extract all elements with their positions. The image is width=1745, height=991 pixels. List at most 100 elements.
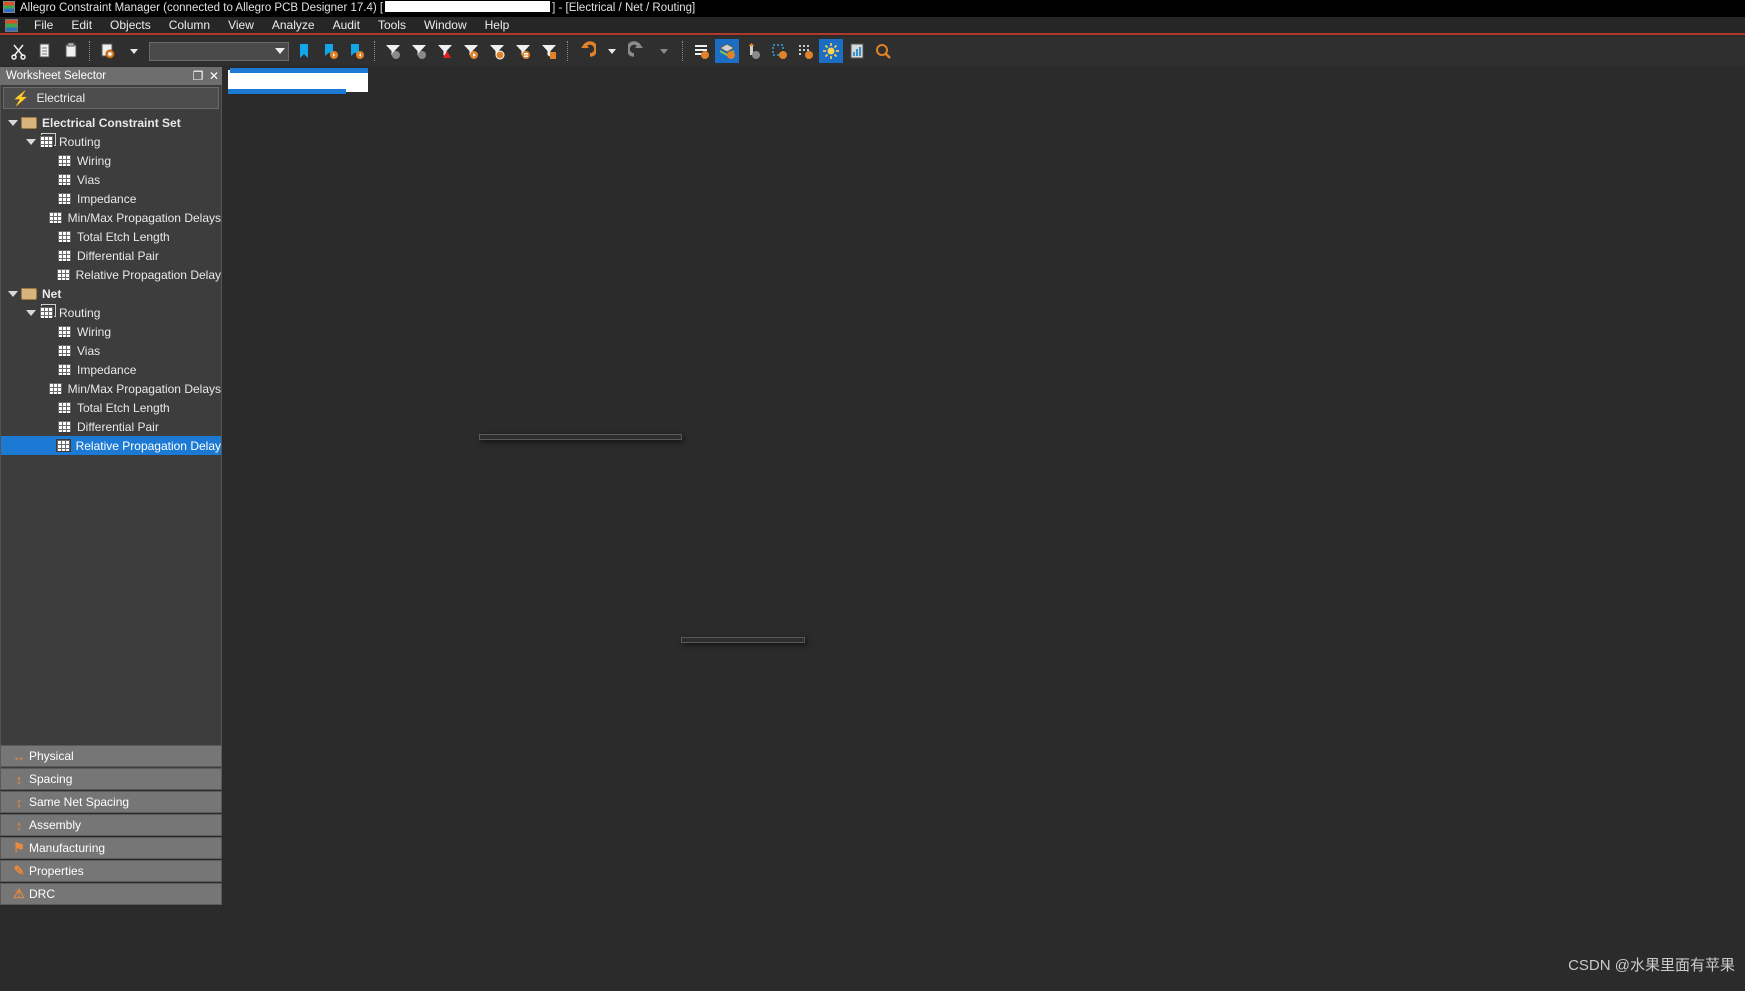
category-electrical[interactable]: ⚡ Electrical	[3, 87, 219, 109]
worksheet-tree-item-min-max-propagation-delays[interactable]: Min/Max Propagation Delays	[1, 208, 221, 227]
grid-icon	[57, 173, 72, 186]
worksheet-category-label: Physical	[29, 749, 74, 763]
drc-icon: ⚠	[9, 886, 29, 902]
bookmark-next-icon[interactable]	[318, 39, 342, 63]
worksheet-tree-item-wiring[interactable]: Wiring	[1, 322, 221, 341]
find-document-icon[interactable]	[96, 39, 120, 63]
brightness-icon[interactable]	[819, 39, 843, 63]
window-title-redacted	[385, 1, 550, 12]
main-toolbar	[0, 37, 1745, 65]
worksheet-category-label: Manufacturing	[29, 841, 105, 855]
worksheet-tree-item-min-max-propagation-delays[interactable]: Min/Max Propagation Delays	[1, 379, 221, 398]
worksheet-tree-item-label: Vias	[77, 344, 100, 358]
worksheet-category-spacing[interactable]: ↕Spacing	[0, 768, 222, 790]
worksheet-tree-item-vias[interactable]: Vias	[1, 341, 221, 360]
worksheet-category-properties[interactable]: ✎Properties	[0, 860, 222, 882]
menu-item-tools[interactable]: Tools	[369, 16, 415, 34]
worksheet-tree-item-label: Differential Pair	[77, 420, 159, 434]
same-net-spacing-icon: ↕	[9, 795, 29, 810]
menu-item-analyze[interactable]: Analyze	[263, 16, 324, 34]
worksheet-tree-item-relative-propagation-delay[interactable]: Relative Propagation Delay	[1, 265, 221, 284]
worksheet-tree-item-electrical-constraint-set[interactable]: Electrical Constraint Set	[1, 113, 221, 132]
worksheet-tree-item-label: Electrical Constraint Set	[42, 116, 181, 130]
zoom-icon[interactable]	[871, 39, 895, 63]
redo-dropdown-arrow[interactable]	[652, 39, 676, 63]
menu-item-window[interactable]: Window	[415, 16, 476, 34]
bookmark-icon[interactable]	[292, 39, 316, 63]
worksheet-tree-item-label: Relative Propagation Delay	[76, 439, 221, 453]
expand-collapse-arrow-icon[interactable]	[23, 310, 39, 316]
copy-icon[interactable]	[33, 39, 57, 63]
grid-icon	[57, 192, 72, 205]
worksheet-bottom-tabs	[228, 880, 1745, 902]
worksheet-tree-item-label: Net	[42, 287, 61, 301]
worksheet-tree-item-label: Routing	[59, 306, 100, 320]
filter-list-icon[interactable]	[511, 39, 535, 63]
worksheet-tree-item-label: Wiring	[77, 325, 111, 339]
filter-icon[interactable]	[381, 39, 405, 63]
menu-item-help[interactable]: Help	[476, 16, 519, 34]
worksheet-category-same-net-spacing[interactable]: ↕Same Net Spacing	[0, 791, 222, 813]
assembly-icon: ↕	[9, 818, 29, 833]
grid-icon	[57, 420, 72, 433]
menu-item-audit[interactable]: Audit	[324, 16, 369, 34]
undo-dropdown-arrow[interactable]	[600, 39, 624, 63]
cut-icon[interactable]	[7, 39, 31, 63]
filter-marker-icon[interactable]	[459, 39, 483, 63]
menu-item-view[interactable]: View	[219, 16, 263, 34]
close-panel-icon[interactable]: ✕	[206, 69, 222, 83]
menu-item-column[interactable]: Column	[160, 16, 219, 34]
worksheet-tree-item-differential-pair[interactable]: Differential Pair	[1, 417, 221, 436]
expand-collapse-arrow-icon[interactable]	[5, 120, 21, 126]
expand-collapse-arrow-icon[interactable]	[5, 291, 21, 297]
restore-panel-icon[interactable]: ❐	[190, 69, 206, 83]
filter-delete-icon[interactable]	[537, 39, 561, 63]
worksheet-tree-item-impedance[interactable]: Impedance	[1, 360, 221, 379]
menu-item-edit[interactable]: Edit	[62, 16, 101, 34]
layers-icon[interactable]	[715, 39, 739, 63]
worksheet-icon[interactable]	[689, 39, 713, 63]
toolbar-separator-2	[374, 41, 375, 61]
filter-global-icon[interactable]	[485, 39, 509, 63]
toolbar-separator-4	[682, 41, 683, 61]
object-filter-combo[interactable]	[149, 42, 289, 61]
worksheet-tree-item-label: Wiring	[77, 154, 111, 168]
worksheet-tree-item-routing[interactable]: Routing	[1, 303, 221, 322]
worksheet-category-assembly[interactable]: ↕Assembly	[0, 814, 222, 836]
redo-icon[interactable]	[626, 39, 650, 63]
worksheet-category-physical[interactable]: ↔Physical	[0, 745, 222, 767]
constraint-grid-area	[228, 67, 1745, 891]
worksheet-tree-item-label: Total Etch Length	[77, 230, 170, 244]
menu-item-file[interactable]: File	[25, 16, 62, 34]
paste-icon[interactable]	[59, 39, 83, 63]
report-icon[interactable]	[845, 39, 869, 63]
worksheet-tree-item-wiring[interactable]: Wiring	[1, 151, 221, 170]
toolbar-dropdown-arrow[interactable]	[122, 39, 146, 63]
grid-icon[interactable]	[793, 39, 817, 63]
worksheet-tree-item-relative-propagation-delay[interactable]: Relative Propagation Delay	[1, 436, 221, 455]
worksheet-tree-item-differential-pair[interactable]: Differential Pair	[1, 246, 221, 265]
worksheet-category-drc[interactable]: ⚠DRC	[0, 883, 222, 905]
analyze-icon[interactable]	[741, 39, 765, 63]
toolbar-separator-3	[567, 41, 568, 61]
design-name-tab-redacted[interactable]	[228, 70, 368, 92]
worksheet-tree-item-net[interactable]: Net	[1, 284, 221, 303]
worksheet-tree-item-label: Min/Max Propagation Delays	[68, 382, 221, 396]
worksheet-tree-item-vias[interactable]: Vias	[1, 170, 221, 189]
filter-alert-icon[interactable]	[433, 39, 457, 63]
worksheet-tree-item-impedance[interactable]: Impedance	[1, 189, 221, 208]
filter-clear-icon[interactable]	[407, 39, 431, 63]
grid-icon	[48, 211, 63, 224]
worksheet-tree-item-total-etch-length[interactable]: Total Etch Length	[1, 398, 221, 417]
menu-item-objects[interactable]: Objects	[101, 16, 160, 34]
worksheet-category-manufacturing[interactable]: ⚑Manufacturing	[0, 837, 222, 859]
grid-icon	[57, 154, 72, 167]
bookmark-prev-icon[interactable]	[344, 39, 368, 63]
worksheet-tree-item-routing[interactable]: Routing	[1, 132, 221, 151]
undo-icon[interactable]	[574, 39, 598, 63]
worksheet-tree-item-total-etch-length[interactable]: Total Etch Length	[1, 227, 221, 246]
expand-collapse-arrow-icon[interactable]	[23, 139, 39, 145]
window-title-suffix: ] - [Electrical / Net / Routing]	[552, 2, 695, 14]
worksheet-selector-title: Worksheet Selector	[6, 70, 106, 82]
select-icon[interactable]	[767, 39, 791, 63]
